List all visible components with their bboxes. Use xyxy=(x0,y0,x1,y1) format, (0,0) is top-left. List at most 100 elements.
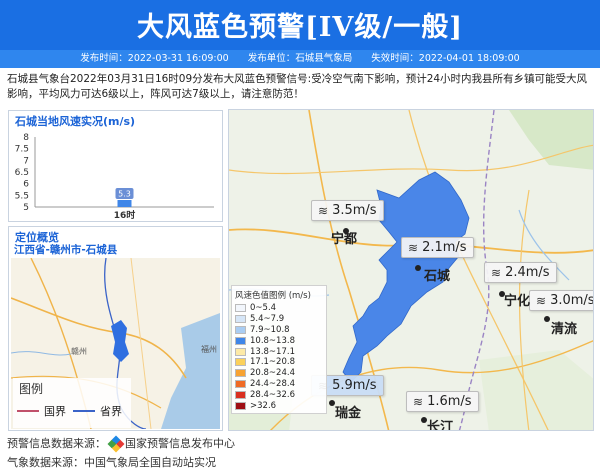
wind-icon: ≋ xyxy=(318,203,329,218)
wind-value: 1.6m/s xyxy=(427,394,472,409)
legend-label-province-border: 省界 xyxy=(100,405,122,418)
location-panel: 定位概览 江西省-赣州市-石城县 赣州 福州 图例 国界 省界 xyxy=(8,226,223,431)
location-path: 江西省-赣州市-石城县 xyxy=(14,244,118,256)
wind-legend-label: 10.8~13.8 xyxy=(250,335,295,346)
wind-speed-title: 石城当地风速实况(m/s) xyxy=(15,115,136,128)
road-line xyxy=(11,297,187,379)
y-tick-label: 5.5 xyxy=(15,191,29,201)
warning-center-logo-icon xyxy=(107,435,125,452)
wind-bar xyxy=(117,200,132,207)
map-label-fuzhou: 福州 xyxy=(201,345,217,354)
wind-label-qingliu[interactable]: ≋ 3.0m/s xyxy=(529,290,594,311)
wind-value: 2.4m/s xyxy=(505,265,550,280)
county-highlight xyxy=(111,320,129,362)
wind-legend-item: 5.4~7.9 xyxy=(235,314,323,325)
wind-icon: ≋ xyxy=(536,293,547,308)
wind-label-ningdu[interactable]: ≋ 3.5m/s xyxy=(311,200,384,221)
city-changting: 长汀 xyxy=(427,420,454,431)
wind-label-shicheng[interactable]: ≋ 2.1m/s xyxy=(401,237,474,258)
wind-legend-item: 20.8~24.4 xyxy=(235,368,323,379)
warning-source-link[interactable]: 国家预警信息发布中心 xyxy=(125,434,235,453)
wind-legend-rows: 0~5.4 5.4~7.9 7.9~10.8 10.8~13.8 13.8~17.1 17… xyxy=(235,303,323,411)
city-shicheng: 石城 xyxy=(424,269,451,284)
wind-icon: ≋ xyxy=(413,394,424,409)
wind-legend-swatch xyxy=(235,358,246,367)
wind-bar-data-label: 5.3 xyxy=(118,190,131,199)
wind-value: 5.9m/s xyxy=(332,378,377,393)
y-tick-label: 5 xyxy=(23,203,29,213)
wind-legend-label: 24.4~28.4 xyxy=(250,378,295,389)
wind-legend-swatch xyxy=(235,347,246,356)
wind-legend-item: 13.8~17.1 xyxy=(235,346,323,357)
wind-value: 3.5m/s xyxy=(332,203,377,218)
city-dot xyxy=(544,316,550,322)
city-ruijin: 瑞金 xyxy=(335,406,362,421)
legend-item-province-border: 省界 xyxy=(73,403,122,419)
wind-label-changting[interactable]: ≋ 1.6m/s xyxy=(406,391,479,412)
wind-legend-label: 17.1~20.8 xyxy=(250,357,295,368)
national-border-swatch xyxy=(17,410,39,412)
wind-legend-swatch xyxy=(235,336,246,345)
city-ninghua: 宁化 xyxy=(504,294,531,309)
map-label-ganzhou: 赣州 xyxy=(71,347,87,356)
legend-title: 图例 xyxy=(19,382,44,396)
river-line xyxy=(11,351,72,356)
wind-legend-item: 28.4~32.6 xyxy=(235,389,323,400)
wind-legend-item: >32.6 xyxy=(235,400,323,411)
weather-source: 气象数据来源：中国气象局全国自动站实况 xyxy=(7,456,216,469)
header-banner: 大风蓝色预警[IV级/一般] xyxy=(0,0,600,50)
y-tick-label: 8 xyxy=(23,133,29,143)
legend-label-national-border: 国界 xyxy=(44,405,66,418)
wind-legend-swatch xyxy=(235,325,246,334)
sea-area xyxy=(161,313,220,429)
wind-color-legend: 风速色值图例 (m/s) 0~5.4 5.4~7.9 7.9~10.8 10.8~13… xyxy=(231,285,327,414)
wind-value: 3.0m/s xyxy=(550,293,594,308)
legend-item-national-border: 国界 xyxy=(17,403,66,419)
wind-legend-label: 28.4~32.6 xyxy=(250,389,295,400)
warning-source-label: 预警信息数据来源： xyxy=(7,437,106,450)
wind-legend-item: 10.8~13.8 xyxy=(235,335,323,346)
wind-legend-label: 5.4~7.9 xyxy=(250,314,285,325)
y-tick-label: 6.5 xyxy=(15,168,29,178)
wind-legend-swatch xyxy=(235,390,246,399)
wind-legend-label: >32.6 xyxy=(250,400,277,411)
city-ningdu: 宁都 xyxy=(331,232,358,247)
wind-legend-label: 20.8~24.4 xyxy=(250,368,295,379)
wind-legend-label: 13.8~17.1 xyxy=(250,346,295,357)
location-mini-map[interactable]: 赣州 福州 图例 国界 省界 xyxy=(11,258,220,429)
publisher: 发布单位：石城县气象局 xyxy=(247,53,353,64)
wind-speed-chart: 8 7.57 6.5 65.5 5 5.3 16时 xyxy=(15,133,214,221)
wind-legend-item: 7.9~10.8 xyxy=(235,325,323,336)
y-tick-label: 6 xyxy=(23,180,29,190)
wind-icon: ≋ xyxy=(491,265,502,280)
wind-speed-panel: 石城当地风速实况(m/s) 8 7.5 7 6.5 6 5.5 5 5.3 16时 xyxy=(8,110,223,222)
expire-time: 失效时间：2022-04-01 18:09:00 xyxy=(371,53,520,64)
wind-legend-swatch xyxy=(235,369,246,378)
wind-label-ninghua[interactable]: ≋ 2.4m/s xyxy=(484,262,557,283)
wind-legend-swatch xyxy=(235,304,246,313)
wind-legend-item: 17.1~20.8 xyxy=(235,357,323,368)
x-tick-label: 16时 xyxy=(114,209,136,221)
city-qingliu: 清流 xyxy=(551,322,578,337)
warning-description: 石城县气象台2022年03月31日16时09分发布大风蓝色预警信号:受冷空气南下… xyxy=(7,73,588,100)
publish-time: 发布时间：2022-03-31 16:09:00 xyxy=(80,53,229,64)
y-tick-label: 7 xyxy=(23,156,29,166)
wind-legend-label: 7.9~10.8 xyxy=(250,324,290,335)
wind-map[interactable]: ≋3.5m/s ≋2.1m/s ≋2.4m/s ≋3.0m/s ≋5.9m/s … xyxy=(228,109,594,431)
wind-legend-swatch xyxy=(235,401,246,410)
page-title: 大风蓝色预警[IV级/一般] xyxy=(137,12,463,43)
data-sources: 预警信息数据来源： 国家预警信息发布中心 气象数据来源：中国气象局全国自动站实况 xyxy=(7,434,235,471)
wind-legend-swatch xyxy=(235,379,246,388)
wind-icon: ≋ xyxy=(408,240,419,255)
wind-legend-swatch xyxy=(235,315,246,324)
wind-legend-item: 24.4~28.4 xyxy=(235,379,323,390)
province-border-swatch xyxy=(73,410,95,412)
wind-legend-label: 0~5.4 xyxy=(250,303,277,314)
wind-legend-title: 风速色值图例 (m/s) xyxy=(235,291,311,301)
location-legend: 图例 国界 省界 xyxy=(13,378,131,428)
warning-meta-bar: 发布时间：2022-03-31 16:09:00 发布单位：石城县气象局 失效时… xyxy=(0,50,600,68)
city-dot xyxy=(415,265,421,271)
y-tick-label: 7.5 xyxy=(15,145,29,155)
warning-source-row: 预警信息数据来源： 国家预警信息发布中心 xyxy=(7,434,235,453)
road-line xyxy=(130,258,152,429)
